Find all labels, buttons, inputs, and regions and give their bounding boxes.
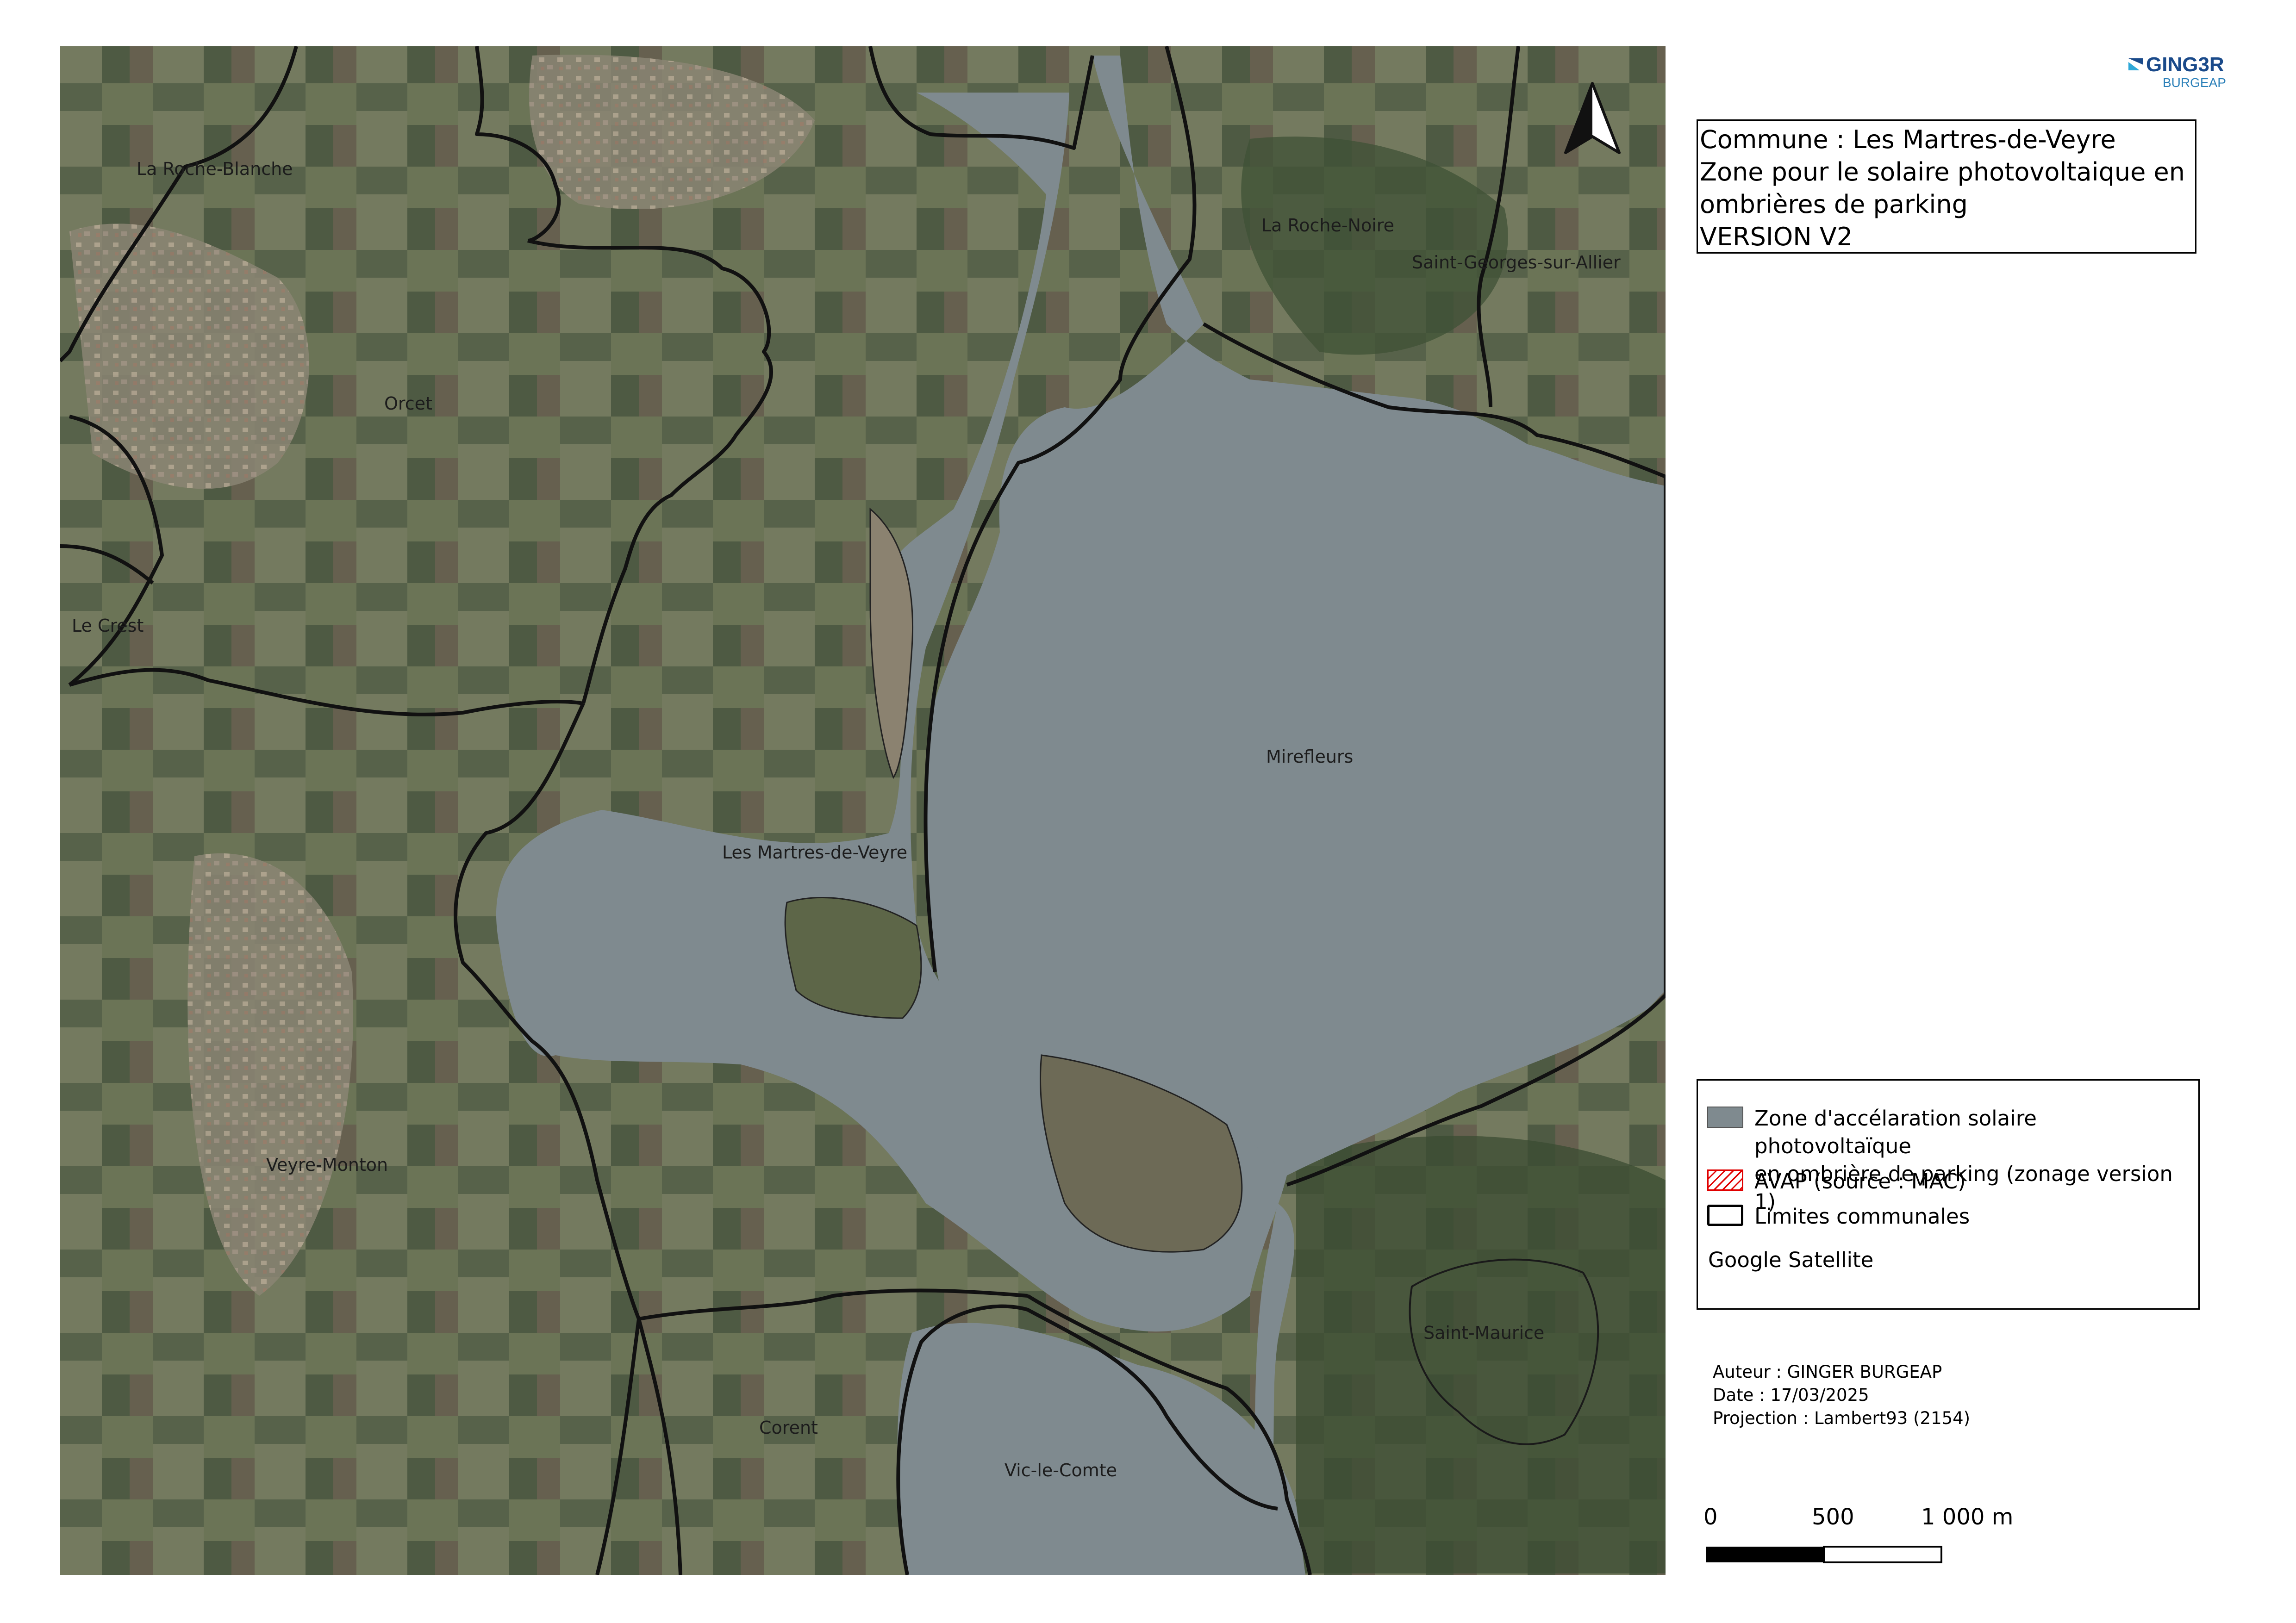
date-text: Date : 17/03/2025 [1713,1385,1869,1405]
place-label: Saint-Maurice [1423,1323,1544,1343]
place-label: Les Martres-de-Veyre [722,842,907,863]
place-label: Veyre-Monton [266,1155,388,1175]
legend-label: Limites communales [1754,1204,1970,1229]
title-line: Zone pour le solaire photovoltaique en [1700,157,2185,187]
place-label: Mirefleurs [1266,746,1353,767]
logo-subtitle: BURGEAP [2163,75,2226,90]
title-line: VERSION V2 [1700,222,1853,251]
ginger-logo-mark [2128,58,2143,70]
basemap-label: Google Satellite [1708,1248,1874,1272]
legend-basemap: Google Satellite [1708,1246,1873,1274]
place-label: La Roche-Noire [1261,215,1394,236]
legend-item-solar-zone: Zone d'accélaration solaire photovoltaïq… [1707,1105,2198,1216]
legend-label: Zone d'accélaration solaire photovoltaïq… [1754,1106,2037,1158]
legend-label: AVAP (source : MAC) [1754,1169,1966,1194]
legend-item-commune-limits: Limites communales [1707,1203,1970,1231]
company-logo: GING3R BURGEAP [2125,50,2250,92]
legend-item-avap: AVAP (source : MAC) [1707,1168,1966,1195]
place-label: Corent [759,1418,818,1438]
place-label: Saint-Georges-sur-Allier [1412,252,1621,273]
scale-segment-white [1823,1546,1942,1563]
map-frame[interactable]: La Roche-Blanche La Roche-Noire Saint-Ge… [60,46,1666,1575]
author-text: Auteur : GINGER BURGEAP [1713,1362,1942,1382]
hatch-swatch [1707,1169,1743,1191]
map-credits: Auteur : GINGER BURGEAP Date : 17/03/202… [1713,1361,1970,1430]
title-line: Commune : Les Martres-de-Veyre [1700,125,2116,154]
zone-fill-swatch [1707,1107,1743,1128]
scale-segment-black [1706,1547,1824,1562]
place-label: Le Crest [72,616,144,636]
outline-swatch [1707,1205,1743,1226]
scale-bar: 0 500 1 000 m [1703,1504,2013,1564]
place-label: Vic-le-Comte [1004,1460,1117,1480]
place-label: Orcet [384,393,432,414]
title-line: ombrières de parking [1700,190,1968,219]
map-title-box: Commune : Les Martres-de-Veyre Zone pour… [1697,119,2196,254]
projection-text: Projection : Lambert93 (2154) [1713,1408,1971,1428]
place-label: La Roche-Blanche [137,159,293,179]
map-legend: Zone d'accélaration solaire photovoltaïq… [1697,1079,2200,1310]
logo-title: GING3R [2146,53,2224,76]
